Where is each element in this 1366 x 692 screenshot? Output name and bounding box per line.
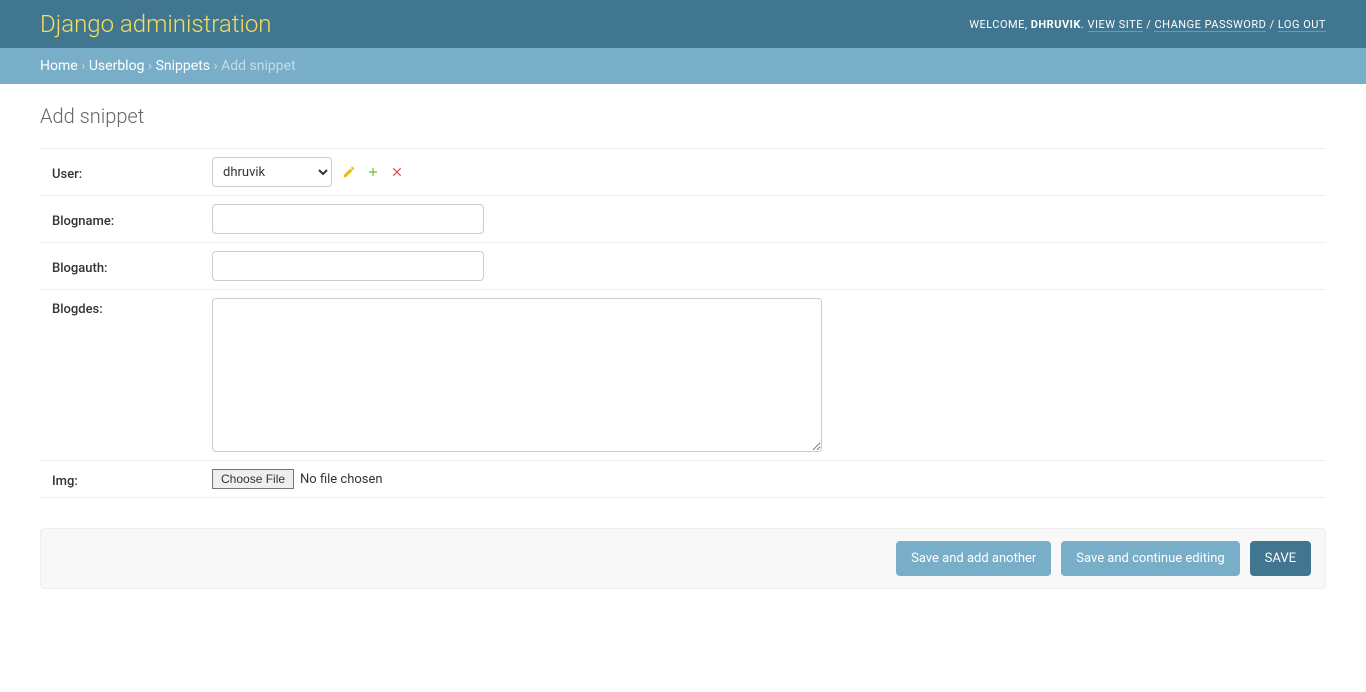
pencil-icon [342,165,356,179]
form-row-blogname: Blogname: [40,196,1326,243]
user-tools: WELCOME, DHRUVIK. VIEW SITE / CHANGE PAS… [969,18,1326,31]
logout-link[interactable]: LOG OUT [1278,18,1326,32]
content: Add snippet User: dhruvik [0,84,1366,629]
view-site-link[interactable]: VIEW SITE [1088,18,1143,32]
plus-icon [366,165,380,179]
cross-icon [390,165,404,179]
blogdes-label: Blogdes: [52,298,212,317]
delete-related-link[interactable] [390,165,404,179]
snippet-form: User: dhruvik [40,148,1326,589]
branding: Django administration [40,10,272,38]
blogname-input[interactable] [212,204,484,234]
form-row-img: Img: Choose File No file chosen [40,461,1326,498]
user-label: User: [52,163,212,182]
breadcrumb-current: Add snippet [221,58,295,74]
breadcrumb-app[interactable]: Userblog [89,58,145,74]
breadcrumb-model[interactable]: Snippets [156,58,210,74]
change-related-link[interactable] [342,165,356,179]
form-row-user: User: dhruvik [40,148,1326,196]
blogauth-label: Blogauth: [52,257,212,276]
header: Django administration WELCOME, DHRUVIK. … [0,0,1366,48]
blogname-label: Blogname: [52,210,212,229]
form-row-blogauth: Blogauth: [40,243,1326,290]
welcome-text: WELCOME, [969,18,1031,31]
breadcrumb-home[interactable]: Home [40,58,78,74]
add-related-link[interactable] [366,165,380,179]
blogauth-input[interactable] [212,251,484,281]
save-continue-button[interactable] [1061,541,1239,576]
user-select[interactable]: dhruvik [212,157,332,187]
form-row-blogdes: Blogdes: [40,290,1326,461]
img-label: Img: [52,470,212,489]
change-password-link[interactable]: CHANGE PASSWORD [1154,18,1266,32]
breadcrumb: Home › Userblog › Snippets › Add snippet [0,48,1366,84]
username: DHRUVIK [1031,18,1081,31]
file-choose-button[interactable]: Choose File [212,469,294,489]
save-button[interactable] [1250,541,1311,576]
page-title: Add snippet [40,104,1326,128]
site-title: Django administration [40,10,272,38]
save-add-another-button[interactable] [896,541,1051,576]
file-status: No file chosen [300,472,383,487]
submit-row [40,528,1326,589]
blogdes-textarea[interactable] [212,298,822,452]
